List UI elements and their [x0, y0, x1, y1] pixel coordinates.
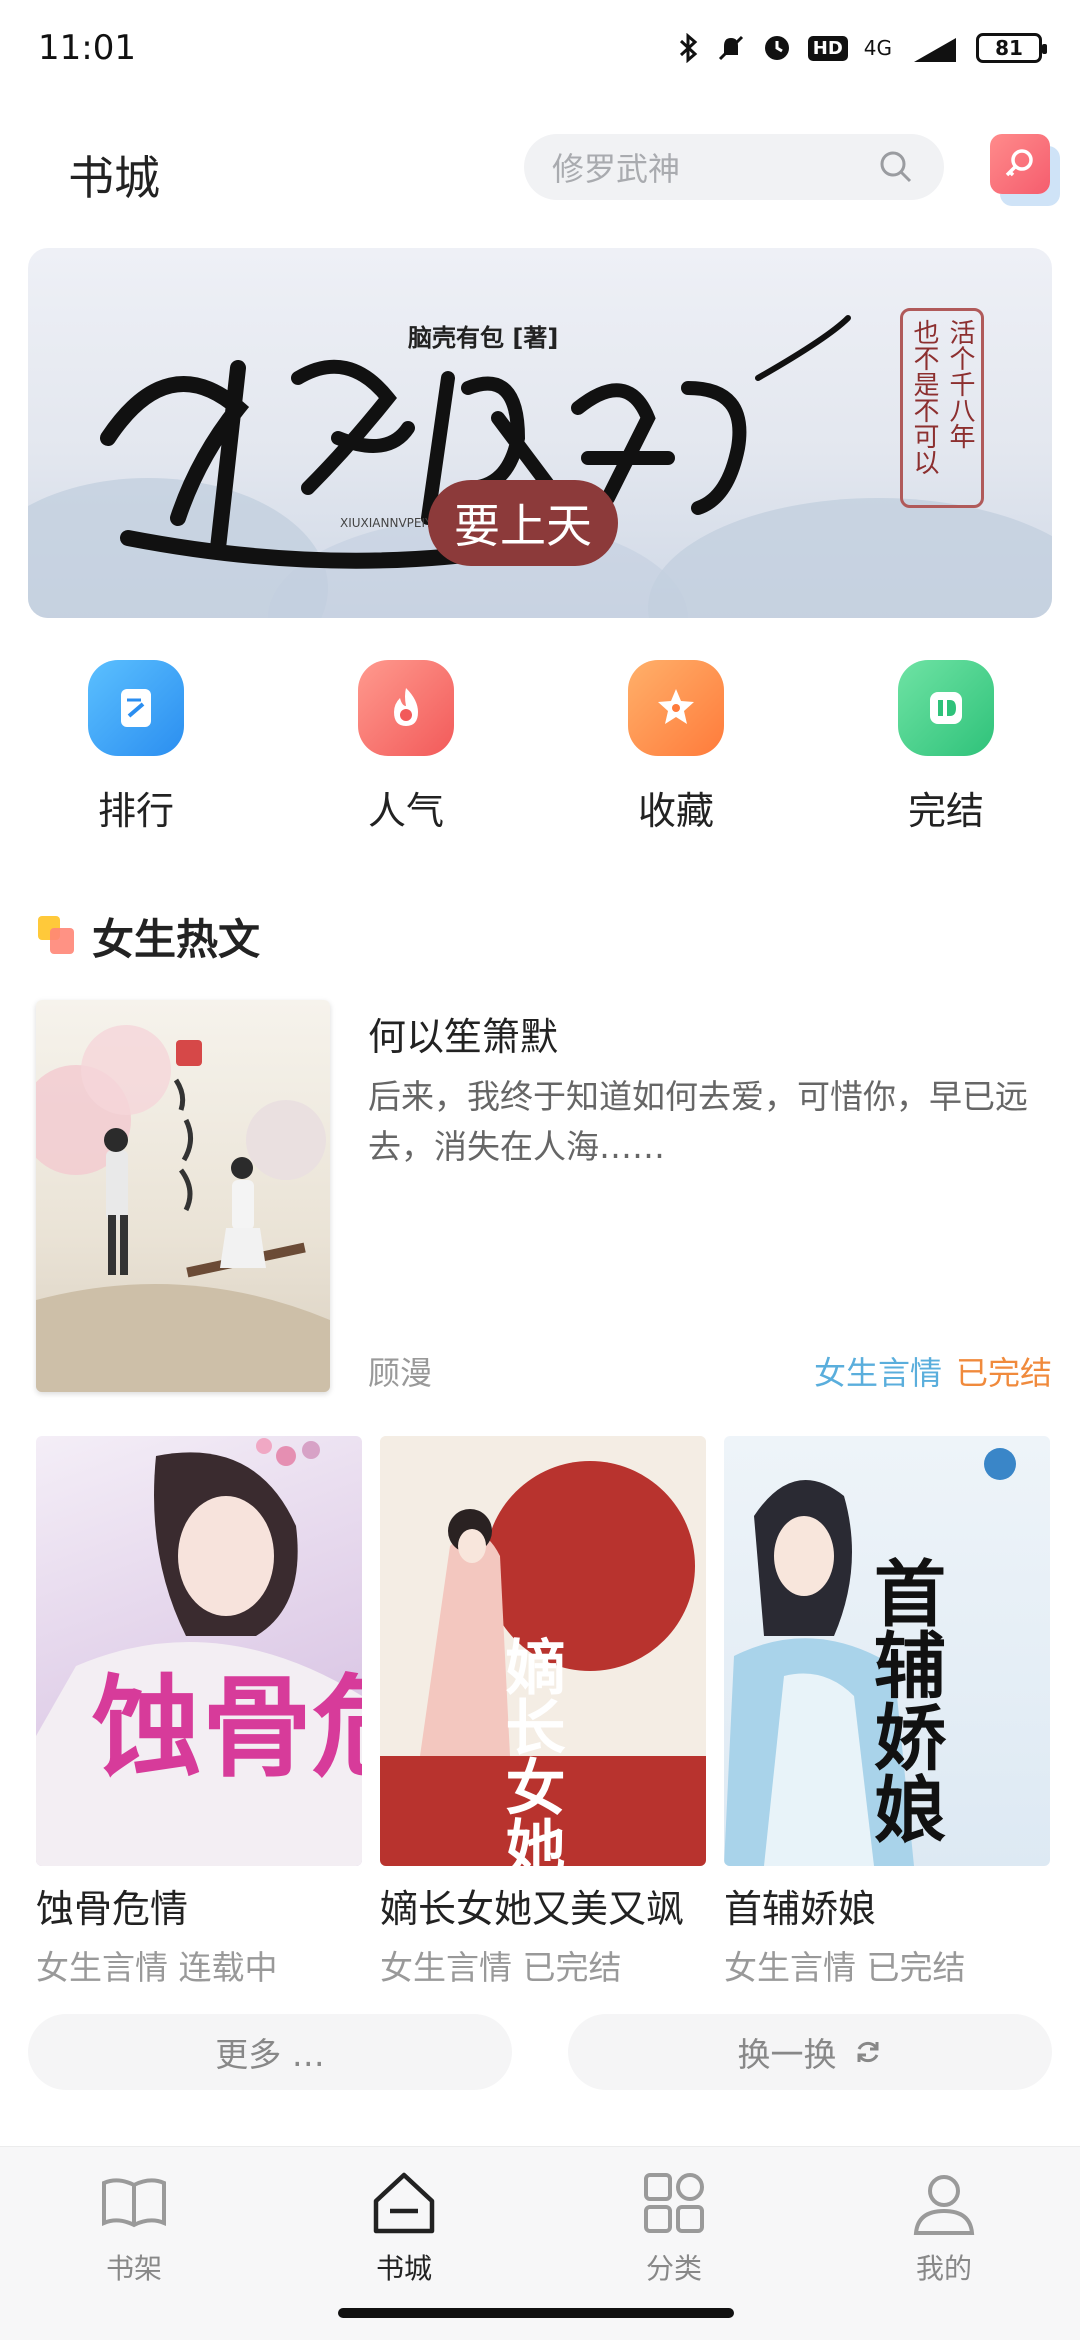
- book-meta: 女生言情 连载中: [36, 1941, 362, 1989]
- tab-label: 我的: [915, 2252, 972, 2285]
- hd-badge: HD: [807, 35, 848, 61]
- star-icon: [628, 660, 724, 756]
- book-item[interactable]: 蚀骨危情 蚀骨危情 女生言情 连载中: [36, 1436, 362, 1989]
- tab-label: 分类: [645, 2252, 702, 2285]
- status-bar: 11:01 HD 4G 81: [0, 0, 1080, 96]
- home-indicator[interactable]: [338, 2308, 734, 2318]
- book-title: 首辅娇娘: [724, 1887, 877, 1931]
- store-icon: [373, 2172, 435, 2234]
- featured-cover-illustration: [36, 1025, 330, 1392]
- more-button[interactable]: 更多 …: [28, 2014, 512, 2090]
- tab-category[interactable]: 分类: [574, 2167, 774, 2287]
- page-title: 书城: [68, 151, 160, 205]
- quick-link-favorites[interactable]: 收藏: [586, 660, 766, 835]
- book-category: 女生言情: [724, 1948, 856, 1987]
- quick-link-label: 排行: [97, 789, 174, 833]
- refresh-button-label: 换一换: [737, 2035, 837, 2074]
- checkin-icon: [1005, 149, 1033, 177]
- refresh-button[interactable]: 换一换: [568, 2014, 1052, 2090]
- book-status: 已完结: [866, 1948, 966, 1987]
- alarm-icon: [764, 36, 789, 60]
- category-icon: [644, 2173, 704, 2233]
- quick-link-ranking[interactable]: 排行: [46, 660, 226, 835]
- banner-author: 脑壳有包 [著]: [408, 324, 559, 352]
- status-tag: 已完结: [955, 1354, 1052, 1392]
- book-cover[interactable]: 蚀骨危情: [36, 1436, 362, 1866]
- book-cover[interactable]: 首辅娇娘: [724, 1436, 1050, 1866]
- checkin-button[interactable]: [990, 134, 1050, 194]
- book-category: 女生言情: [36, 1948, 168, 1987]
- featured-book[interactable]: 何以笙箫默 后来，我终于知道如何去爱，可惜你，早已远去，消失在人海…… 顾漫 女…: [36, 1000, 1052, 1395]
- ranking-icon: [88, 660, 184, 756]
- search-input[interactable]: 修罗武神: [524, 134, 944, 200]
- cover-illustration: 嫡长女她: [380, 1436, 706, 1866]
- featured-book-title: 何以笙箫默: [368, 1015, 559, 1059]
- search-icon: [880, 151, 912, 183]
- book-meta: 女生言情 已完结: [724, 1941, 1050, 1989]
- signal-icon: [908, 33, 960, 63]
- quick-link-label: 收藏: [637, 789, 714, 833]
- finished-icon: [898, 660, 994, 756]
- featured-book-description: 后来，我终于知道如何去爱，可惜你，早已远去，消失在人海……: [368, 1077, 1028, 1166]
- more-button-label: 更多 …: [215, 2035, 325, 2074]
- battery-icon: 81: [976, 33, 1047, 63]
- quick-links: 排行 人气 收藏 完结: [0, 660, 1080, 850]
- section-title: 女生热文: [92, 914, 261, 964]
- tab-profile[interactable]: 我的: [844, 2167, 1044, 2287]
- section-actions: 更多 … 换一换: [28, 2014, 1052, 2090]
- tab-bookshelf[interactable]: 书架: [34, 2167, 234, 2287]
- cover-title-art: 首辅娇娘: [862, 1556, 947, 1844]
- book-category: 女生言情: [380, 1948, 512, 1987]
- mute-icon: [718, 35, 743, 61]
- book-title: 蚀骨危情: [36, 1887, 189, 1931]
- book-title: 嫡长女她又美又飒: [380, 1887, 685, 1931]
- cover-title-art: 蚀骨危情: [92, 1664, 362, 1792]
- quick-link-finished[interactable]: 完结: [856, 660, 1036, 835]
- book-meta: 女生言情 已完结: [380, 1941, 706, 1989]
- banner-slogan: 活个千八年 也不是不可以: [900, 308, 984, 508]
- banner-slogan-col1: 活个千八年: [945, 319, 975, 449]
- cover-illustration: 蚀骨危情: [36, 1438, 362, 1866]
- header: 书城 修罗武神: [0, 120, 1080, 220]
- network-type: 4G: [863, 36, 892, 60]
- tab-label: 书城: [375, 2252, 432, 2285]
- status-icons: HD 4G 81: [678, 33, 1047, 63]
- cover-illustration: 首辅娇娘: [724, 1448, 1016, 1866]
- quick-link-popular[interactable]: 人气: [316, 660, 496, 835]
- tab-store[interactable]: 书城: [304, 2167, 504, 2287]
- bookshelf-icon: [102, 2178, 166, 2228]
- cover-title-art: 嫡长女她: [495, 1636, 565, 1866]
- book-status: 已完结: [522, 1948, 622, 1987]
- promo-banner[interactable]: 脑壳有包 [著] XIUXIANNVPEIYAO SHANGTIAN 要上天 活…: [28, 248, 1052, 618]
- banner-slogan-col2: 也不是不可以: [909, 319, 939, 475]
- featured-book-cover[interactable]: [36, 1000, 330, 1392]
- category-tag: 女生言情: [813, 1354, 942, 1392]
- profile-icon: [913, 2175, 975, 2235]
- banner-subtitle: 要上天: [428, 480, 618, 566]
- book-item[interactable]: 首辅娇娘 首辅娇娘 女生言情 已完结: [724, 1436, 1050, 1989]
- featured-book-tags: 女生言情 已完结: [814, 1348, 1052, 1394]
- book-cover[interactable]: 嫡长女她: [380, 1436, 706, 1866]
- book-status: 连载中: [178, 1948, 278, 1987]
- book-item[interactable]: 嫡长女她 嫡长女她又美又飒 女生言情 已完结: [380, 1436, 706, 1989]
- tab-label: 书架: [105, 2252, 162, 2285]
- featured-book-author: 顾漫: [368, 1354, 433, 1392]
- status-time: 11:01: [38, 28, 136, 68]
- quick-link-label: 人气: [367, 789, 444, 833]
- section-header: 女生热文: [38, 906, 260, 966]
- flame-icon: [358, 660, 454, 756]
- book-grid: 蚀骨危情 蚀骨危情 女生言情 连载中 嫡长女她 嫡长女她又美又飒 女生言情 已完…: [36, 1436, 1052, 1989]
- bluetooth-icon: [679, 33, 698, 63]
- search-placeholder: 修罗武神: [552, 150, 681, 188]
- quick-link-label: 完结: [907, 789, 984, 833]
- section-mark-icon: [38, 916, 78, 956]
- refresh-icon: [857, 2041, 878, 2063]
